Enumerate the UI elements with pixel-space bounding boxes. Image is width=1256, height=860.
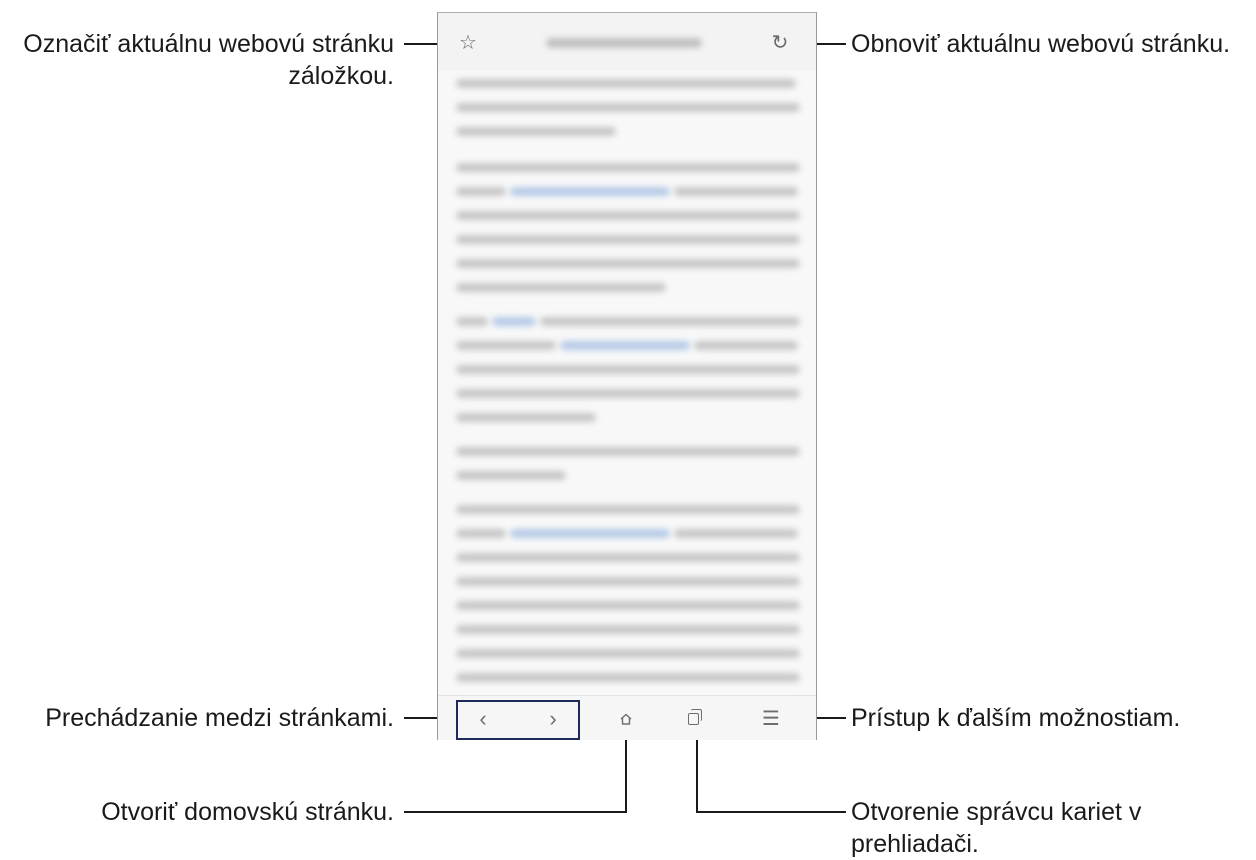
text-line [456, 553, 800, 562]
text-line [456, 187, 506, 196]
text-line [456, 601, 800, 610]
text-line [456, 413, 596, 422]
web-page-content [438, 71, 816, 695]
browser-screen: ☆ ↻ ‹ › ☰ [437, 12, 817, 740]
callout-navigate: Prechádzanie medzi stránkami. [45, 704, 394, 732]
link-line[interactable] [510, 529, 670, 538]
callout-tabs-line1: Otvorenie správcu kariet v [851, 798, 1142, 826]
text-line [456, 103, 800, 112]
star-icon[interactable]: ☆ [456, 31, 480, 55]
callout-more-options: Prístup k ďalším možnostiam. [851, 704, 1181, 732]
text-line [456, 317, 488, 326]
text-line [456, 341, 556, 350]
callout-bookmark: Označiť aktuálnu webovú stránku záložkou… [23, 28, 394, 92]
link-line[interactable] [560, 341, 690, 350]
text-line [456, 365, 800, 374]
browser-bottom-bar: ‹ › ☰ [438, 695, 816, 740]
text-line [456, 235, 800, 244]
text-line [694, 341, 798, 350]
callout-home-leader-h [404, 811, 627, 813]
callout-tabs-leader-v [696, 728, 698, 813]
text-line [456, 505, 800, 514]
text-line [456, 127, 616, 136]
refresh-icon[interactable]: ↻ [768, 31, 792, 55]
link-line[interactable] [492, 317, 536, 326]
callout-tabs: Otvorenie správcu kariet v prehliadači. [851, 796, 1141, 860]
text-line [456, 529, 506, 538]
browser-top-bar: ☆ ↻ [438, 13, 816, 71]
back-icon[interactable]: ‹ [470, 704, 496, 734]
callout-bookmark-line2: záložkou. [288, 62, 394, 90]
link-line[interactable] [510, 187, 670, 196]
callout-home-leader-v [625, 728, 627, 813]
tabs-icon[interactable] [682, 704, 708, 734]
menu-icon[interactable]: ☰ [758, 704, 784, 734]
text-line [456, 625, 800, 634]
callout-bookmark-line1: Označiť aktuálnu webovú stránku [23, 30, 394, 58]
text-line [540, 317, 800, 326]
text-line [456, 389, 800, 398]
callout-refresh: Obnoviť aktuálnu webovú stránku. [851, 30, 1231, 58]
text-line [456, 471, 566, 480]
text-line [456, 283, 666, 292]
home-icon[interactable] [613, 704, 639, 734]
home-glyph [620, 713, 632, 725]
text-line [456, 577, 800, 586]
callout-home: Otvoriť domovskú stránku. [101, 798, 394, 826]
callout-tabs-line2: prehliadači. [851, 830, 979, 858]
text-line [674, 187, 798, 196]
forward-icon[interactable]: › [540, 704, 566, 734]
text-line [456, 649, 800, 658]
tabs-glyph [688, 709, 702, 725]
text-line [456, 259, 800, 268]
text-line [456, 163, 800, 172]
text-line [674, 529, 798, 538]
text-line [456, 447, 800, 456]
callout-tabs-leader-h [696, 811, 846, 813]
text-line [456, 79, 796, 88]
text-line [456, 673, 800, 682]
text-line [456, 211, 800, 220]
url-bar[interactable] [546, 38, 702, 48]
